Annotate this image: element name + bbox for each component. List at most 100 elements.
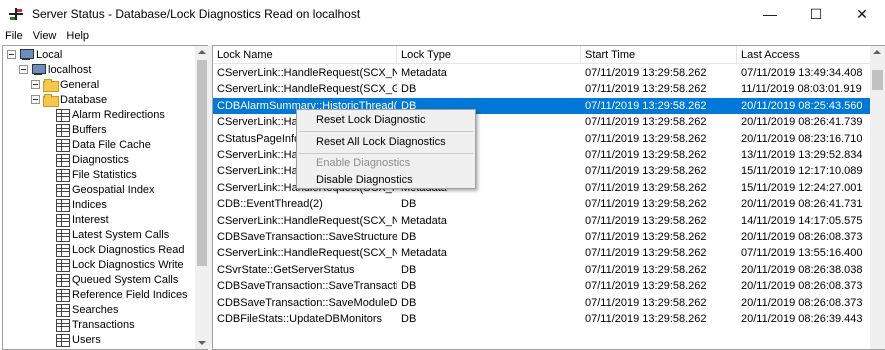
menu-file[interactable]: File xyxy=(0,30,28,42)
tree-item[interactable]: Geospatial Index xyxy=(55,182,155,197)
table-row[interactable]: CServerLink::HandleRequest(SCX_NET... Met… xyxy=(213,245,871,261)
tree-item[interactable]: Diagnostics xyxy=(55,152,129,167)
tree-item[interactable]: Lock Diagnostics Read xyxy=(55,242,185,257)
table-cell: Metadata xyxy=(401,247,447,260)
tree-item[interactable]: Users xyxy=(55,332,101,347)
table-cell: 13/11/2019 13:29:52.834 xyxy=(741,149,863,161)
table-cell: CDBSaveTransaction::SaveTransactions xyxy=(217,280,397,293)
tree-node-label: localhost xyxy=(48,63,92,76)
table-row[interactable]: CServerLink::HandleRequest(SCX_GET... DB 0… xyxy=(213,81,871,97)
tree-node-general[interactable]: General xyxy=(31,77,99,92)
tree-node-label: Database xyxy=(60,93,108,106)
tree-item-label: Transactions xyxy=(72,318,135,331)
menu-help[interactable]: Help xyxy=(61,30,94,42)
table-cell: DB xyxy=(401,83,417,96)
reset-all-lock-diagnostics-item[interactable]: Reset All Lock Diagnostics xyxy=(297,133,475,151)
table-cell: 14/11/2019 14:17:05.575 xyxy=(741,214,863,227)
tree-item-label: Latest System Calls xyxy=(72,228,170,241)
table-cell: CDBSaveTransaction::SaveStructure xyxy=(217,231,397,243)
scroll-up-icon[interactable] xyxy=(198,50,206,54)
table-icon xyxy=(55,213,70,227)
tree-item[interactable]: Searches xyxy=(55,302,118,317)
table-row[interactable]: CServerLink::HandleRequest(SCX_NET... Met… xyxy=(213,65,871,81)
table-cell: 20/11/2019 08:26:41.739 xyxy=(741,116,863,129)
table-cell: 07/11/2019 13:29:58.262 xyxy=(585,165,707,178)
table-cell: 11/11/2019 08:03:01.919 xyxy=(741,83,862,96)
tree-node-server[interactable]: localhost xyxy=(19,62,91,77)
tree-item[interactable]: Reference Field Indices xyxy=(55,287,188,302)
minimize-button[interactable]: — xyxy=(747,0,793,28)
column-header-lock-type[interactable]: Lock Type xyxy=(397,46,581,64)
table-cell: 20/11/2019 08:23:16.710 xyxy=(741,132,863,145)
tree-scroll-thumb[interactable] xyxy=(197,60,207,266)
column-header-last-access[interactable]: Last Access xyxy=(737,46,872,64)
tree-item-label: Searches xyxy=(72,303,119,316)
tree-node-database[interactable]: Database xyxy=(31,92,107,107)
tree-item[interactable]: Indices xyxy=(55,197,107,212)
reset-lock-diagnostic-item[interactable]: Reset Lock Diagnostic xyxy=(297,111,475,129)
table-cell: CServerLink::HandleRequest(SCX_NET... xyxy=(217,214,397,227)
scroll-down-icon[interactable] xyxy=(198,341,206,345)
table-row[interactable]: CServerLink::HandleRequest(SCX_NET... Met… xyxy=(213,213,871,229)
enable-diagnostics-item: Enable Diagnostics xyxy=(316,157,411,169)
tree-item[interactable]: Interest xyxy=(55,212,109,227)
menu-separator xyxy=(299,131,473,132)
column-header-start-time[interactable]: Start Time xyxy=(581,46,737,64)
table-icon xyxy=(55,258,70,272)
collapse-icon[interactable] xyxy=(31,80,40,89)
tree-item[interactable]: Alarm Redirections xyxy=(55,107,165,122)
tree-item[interactable]: Transactions xyxy=(55,317,135,332)
table-icon xyxy=(55,273,70,287)
app-icon xyxy=(8,6,24,22)
table-row[interactable]: CDBSaveTransaction::SaveStructure DB 07/11… xyxy=(213,229,871,245)
table-cell: 20/11/2019 08:26:41.731 xyxy=(741,198,863,211)
table-row[interactable]: CDBSaveTransaction::SaveModuleData DB 07/1… xyxy=(213,295,871,311)
tree-item[interactable]: Lock Diagnostics Write xyxy=(55,257,184,272)
table-cell: Metadata xyxy=(401,67,447,79)
table-row[interactable]: CDBSaveTransaction::SaveTransactions DB 07… xyxy=(213,278,871,294)
window-title: Server Status - Database/Lock Diagnostic… xyxy=(32,7,361,21)
table-cell: 07/11/2019 13:29:58.262 xyxy=(585,231,707,243)
table-cell: 20/11/2019 08:26:38.038 xyxy=(741,263,863,276)
collapse-icon[interactable] xyxy=(19,65,28,74)
scroll-up-icon[interactable] xyxy=(873,50,881,54)
table-cell: 20/11/2019 08:26:39.443 xyxy=(741,313,863,325)
close-button[interactable]: ✕ xyxy=(839,0,885,28)
tree-item[interactable]: Buffers xyxy=(55,122,107,137)
table-icon xyxy=(55,183,70,197)
tree-item-label: Diagnostics xyxy=(72,153,129,166)
collapse-icon[interactable] xyxy=(31,95,40,104)
table-row[interactable]: CDB::EventThread(2) DB 07/11/2019 13:29:58… xyxy=(213,196,871,212)
menu-view[interactable]: View xyxy=(28,30,62,42)
table-cell: 07/11/2019 13:29:58.262 xyxy=(585,313,707,325)
table-row[interactable]: CSvrState::GetServerStatus DB 07/11/2019 1… xyxy=(213,262,871,278)
table-cell: CDBSaveTransaction::SaveModuleData xyxy=(217,296,397,309)
tree-item[interactable]: Latest System Calls xyxy=(55,227,169,242)
folder-icon xyxy=(43,78,59,92)
disable-diagnostics-item[interactable]: Disable Diagnostics xyxy=(297,171,475,189)
table-cell: CDB::EventThread(2) xyxy=(217,198,323,211)
tree-item[interactable]: Queued System Calls xyxy=(55,272,178,287)
chevron-left-icon[interactable] xyxy=(2,160,16,190)
maximize-button[interactable]: ☐ xyxy=(793,0,839,28)
table-cell: 07/11/2019 13:29:58.262 xyxy=(585,214,707,227)
tree-scrollbar[interactable] xyxy=(195,46,208,349)
column-header-lock-name[interactable]: Lock Name xyxy=(213,46,397,64)
tree-item[interactable]: Data File Cache xyxy=(55,137,151,152)
title-bar: Server Status - Database/Lock Diagnostic… xyxy=(0,0,885,28)
table-cell: 07/11/2019 13:29:58.262 xyxy=(585,263,707,276)
grid-scrollbar[interactable] xyxy=(870,46,885,349)
tree-item-label: Queued System Calls xyxy=(72,273,179,286)
table-icon xyxy=(55,198,70,212)
table-cell: 20/11/2019 08:26:08.373 xyxy=(741,296,863,309)
table-cell: 07/11/2019 13:29:58.262 xyxy=(585,116,707,129)
table-cell: CServerLink::HandleRequest(SCX_NET... xyxy=(217,67,397,79)
collapse-icon[interactable] xyxy=(7,50,16,59)
table-row[interactable]: CDBFileStats::UpdateDBMonitors DB 07/11/20… xyxy=(213,311,871,327)
grid-scroll-thumb[interactable] xyxy=(872,70,883,90)
folder-open-icon xyxy=(43,93,59,107)
table-cell: 15/11/2019 12:24:27.001 xyxy=(741,181,863,194)
tree-item[interactable]: File Statistics xyxy=(55,167,137,182)
tree-node-root[interactable]: Local xyxy=(7,47,62,62)
table-cell: CDBFileStats::UpdateDBMonitors xyxy=(217,313,383,325)
